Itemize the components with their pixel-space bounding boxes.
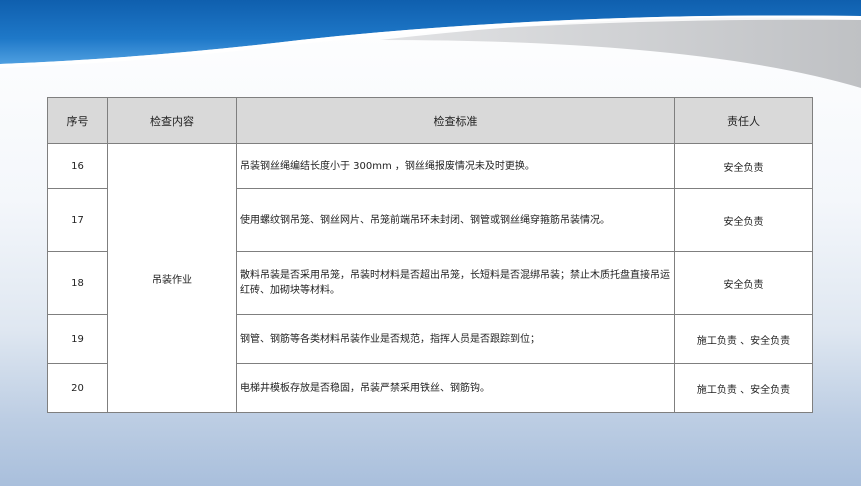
header-index: 序号	[47, 97, 108, 144]
header-banner	[0, 0, 861, 88]
row-index: 17	[47, 188, 108, 252]
table-header-row: 序号 检查内容 检查标准 责任人	[47, 97, 813, 144]
row-owner: 施工负责 、安全负责	[674, 363, 813, 413]
header-content: 检查内容	[107, 97, 237, 144]
row-owner: 施工负责 、安全负责	[674, 314, 813, 364]
row-index: 19	[47, 314, 108, 364]
header-owner: 责任人	[674, 97, 813, 144]
row-owner: 安全负责	[674, 188, 813, 252]
inspection-table-container: 序号 检查内容 检查标准 责任人 16 吊装作业 吊装钢丝绳编结长度小于 300…	[47, 97, 813, 413]
row-index: 18	[47, 251, 108, 315]
table-row: 16 吊装作业 吊装钢丝绳编结长度小于 300mm ，钢丝绳报废情况未及时更换。…	[47, 143, 813, 413]
row-standard: 吊装钢丝绳编结长度小于 300mm ，钢丝绳报废情况未及时更换。	[236, 143, 675, 189]
row-standard: 使用螺纹钢吊笼、钢丝网片、吊笼前端吊环未封闭、钢管或钢丝绳穿箍筋吊装情况。	[236, 188, 675, 252]
row-standard: 电梯井模板存放是否稳固，吊装严禁采用铁丝、钢筋钩。	[236, 363, 675, 413]
row-owner: 安全负责	[674, 251, 813, 315]
row-standard: 钢管、钢筋等各类材料吊装作业是否规范，指挥人员是否跟踪到位；	[236, 314, 675, 364]
row-index: 20	[47, 363, 108, 413]
row-index: 16	[47, 143, 108, 189]
row-owner: 安全负责	[674, 143, 813, 189]
inspection-table: 序号 检查内容 检查标准 责任人 16 吊装作业 吊装钢丝绳编结长度小于 300…	[47, 97, 813, 413]
row-category: 吊装作业	[107, 143, 237, 413]
row-standard: 散料吊装是否采用吊笼，吊装时材料是否超出吊笼，长短料是否混绑吊装；禁止木质托盘直…	[236, 251, 675, 315]
header-standard: 检查标准	[236, 97, 675, 144]
